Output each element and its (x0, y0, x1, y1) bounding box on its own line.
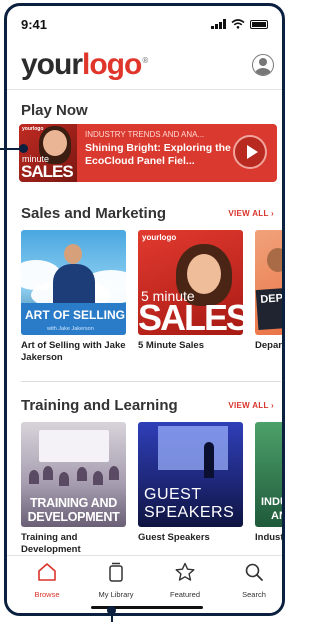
annotation-pointer-line-bottom (111, 614, 113, 622)
banner-episode-title: Shining Bright: Exploring the EcoCloud P… (85, 142, 231, 167)
search-icon (245, 563, 263, 581)
bottom-tab-bar: Browse My Library Featured Search (7, 555, 282, 613)
card-title: Art of Selling with Jake Jakerson (21, 340, 126, 363)
tab-my-library[interactable]: My Library (82, 562, 150, 599)
training-card-row: TRAINING AND DEVELOPMENT Training and De… (21, 422, 285, 562)
card-title: Industr Analysi (255, 532, 285, 543)
sales-card-5-minute-sales[interactable]: yourlogo 5 minute SALES 5 Minute Sales (138, 230, 243, 370)
phone-frame: 9:41 yourlogo® Play Now yourlogo minute … (4, 3, 285, 616)
tab-featured[interactable]: Featured (151, 562, 219, 599)
card-artwork: GUEST SPEAKERS (138, 422, 243, 527)
card-artwork: yourlogo 5 minute SALES (138, 230, 243, 335)
star-icon (175, 562, 195, 581)
sales-card-department[interactable]: DEPAHI Depart Highlig (255, 230, 285, 370)
card-artwork: INDUS AND (255, 422, 282, 527)
tab-search[interactable]: Search (220, 562, 282, 599)
status-icons (211, 19, 268, 29)
tab-browse[interactable]: Browse (13, 562, 81, 599)
banner-category: INDUSTRY TRENDS AND ANA... (85, 130, 205, 139)
sales-card-art-of-selling[interactable]: ART OF SELLING with Jake Jakerson Art of… (21, 230, 126, 370)
card-artwork: DEPAHI (255, 230, 282, 335)
view-all-training-link[interactable]: VIEW ALL › (228, 401, 274, 410)
status-bar: 9:41 (7, 6, 282, 42)
home-icon (38, 563, 56, 581)
battery-icon (250, 19, 268, 29)
section-title-training: Training and Learning (21, 397, 178, 414)
wifi-icon (231, 19, 245, 29)
section-title-play-now: Play Now (21, 102, 88, 119)
annotation-pointer-dot (19, 144, 28, 153)
status-time: 9:41 (21, 16, 48, 32)
sales-card-row: ART OF SELLING with Jake Jakerson Art of… (21, 230, 285, 370)
card-title: Training and Development (21, 532, 81, 555)
annotation-pointer-dot-bottom (107, 606, 116, 615)
card-title: 5 Minute Sales (138, 340, 204, 351)
profile-avatar-button[interactable] (252, 54, 274, 76)
banner-thumbnail: yourlogo minute SALES (19, 124, 77, 182)
card-title: Guest Speakers (138, 532, 210, 543)
card-artwork: ART OF SELLING with Jake Jakerson (21, 230, 126, 335)
section-divider (21, 381, 281, 382)
section-title-sales: Sales and Marketing (21, 205, 167, 222)
training-card-guest-speakers[interactable]: GUEST SPEAKERS Guest Speakers (138, 422, 243, 562)
brand-logo[interactable]: yourlogo® (21, 48, 148, 82)
view-all-sales-link[interactable]: VIEW ALL › (228, 209, 274, 218)
cellular-signal-icon (211, 19, 226, 29)
card-artwork: TRAINING AND DEVELOPMENT (21, 422, 126, 527)
now-playing-banner[interactable]: yourlogo minute SALES INDUSTRY TRENDS AN… (19, 124, 277, 182)
library-icon (109, 562, 123, 582)
training-card-training-development[interactable]: TRAINING AND DEVELOPMENT Training and De… (21, 422, 126, 562)
card-title: Depart Highlig (255, 340, 285, 351)
play-button-icon[interactable] (233, 135, 267, 169)
training-card-industry[interactable]: INDUS AND Industr Analysi (255, 422, 285, 562)
app-header: yourlogo® (7, 42, 282, 90)
